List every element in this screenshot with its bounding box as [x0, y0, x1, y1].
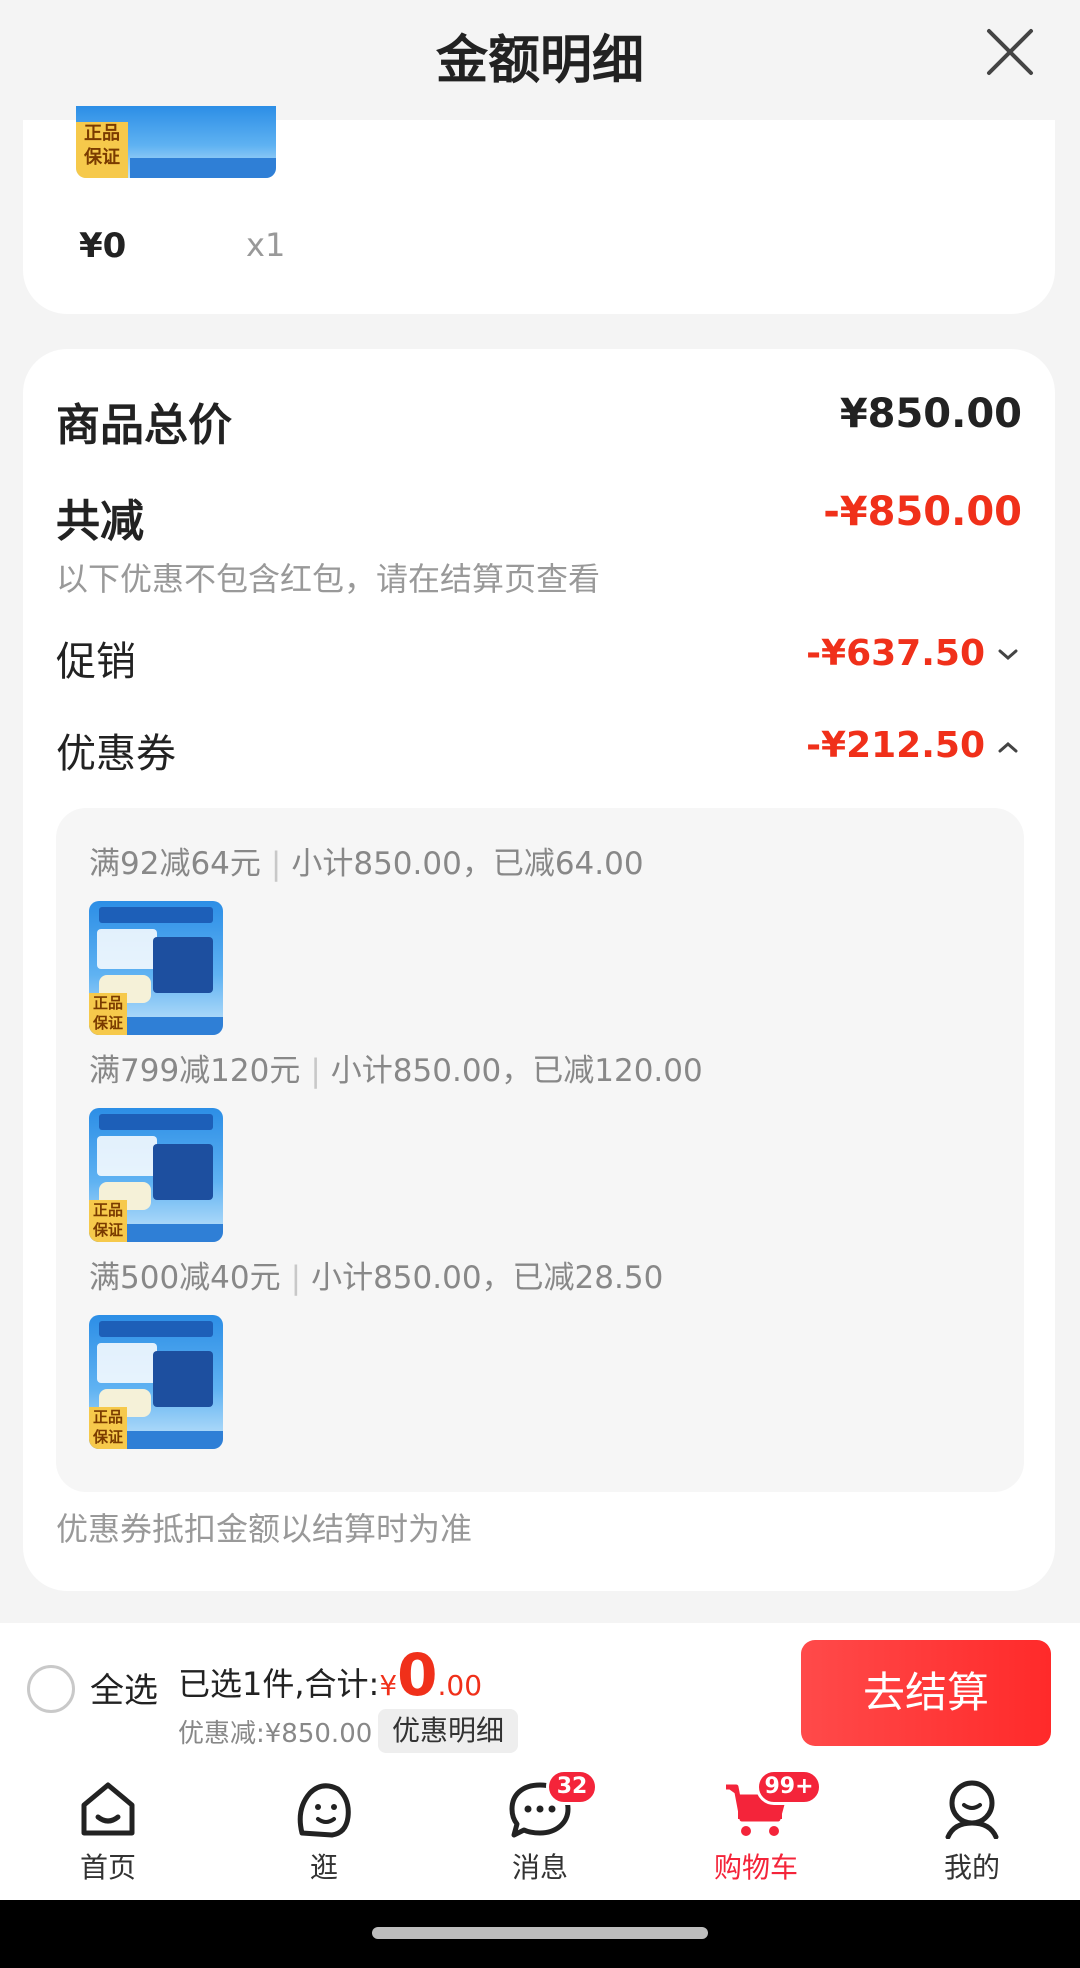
product-thumbnail: 正品 保证: [89, 1315, 223, 1449]
tab-messages[interactable]: 32 消息: [432, 1761, 648, 1900]
promo-row[interactable]: 促销 -¥637.50: [23, 629, 1055, 699]
coupon-rule: 满92减64元: [89, 846, 261, 882]
chevron-down-icon: [997, 647, 1019, 666]
promo-label: 促销: [56, 639, 136, 685]
tab-explore[interactable]: 逛: [216, 1761, 432, 1900]
checkout-button[interactable]: 去结算: [801, 1640, 1051, 1746]
currency-symbol: ¥: [379, 1669, 398, 1702]
selected-text: 已选1件,合计:: [178, 1665, 380, 1703]
discount-text: 优惠减:¥850.00: [178, 1719, 373, 1749]
tab-label: 首页: [79, 1851, 136, 1884]
coupon-detail: 小计850.00，已减120.00: [330, 1053, 703, 1089]
coupon-value: -¥212.50: [806, 725, 985, 766]
product-card: 正品 保证 ¥0 x1: [23, 106, 1055, 314]
amount-dec: .00: [437, 1669, 483, 1702]
coupon-entry: 满799减120元 | 小计850.00，已减120.00: [89, 1053, 703, 1089]
chevron-up-icon: [997, 739, 1019, 758]
coupon-breakdown: 满92减64元 | 小计850.00，已减64.00 正品 保证 满799减120元 |…: [56, 808, 1024, 1492]
item-quantity: x1: [246, 226, 286, 264]
sheet-header: 金额明细: [0, 0, 1080, 120]
checkout-bar: 全选 已选1件,合计:¥0.00 优惠减:¥850.00 优惠明细 去结算: [0, 1623, 1080, 1761]
coupon-label: 优惠券: [56, 731, 176, 777]
reduce-value: -¥850.00: [823, 489, 1022, 535]
product-thumbnail: 正品 保证: [89, 1108, 223, 1242]
explore-icon: [297, 1783, 351, 1838]
coupon-rule: 满500减40元: [89, 1260, 281, 1296]
price-summary-card: 商品总价 ¥850.00 共减 -¥850.00 以下优惠不包含红包，请在结算页…: [23, 349, 1055, 1591]
tab-label: 消息: [511, 1851, 568, 1884]
product-thumbnail: 正品 保证: [76, 106, 276, 178]
page-title: 金额明细: [435, 31, 644, 91]
discount-detail-button[interactable]: 优惠明细: [378, 1709, 518, 1753]
item-price: ¥0: [79, 226, 127, 266]
tab-label: 我的: [943, 1851, 1000, 1884]
total-summary: 已选1件,合计:¥0.00: [178, 1641, 482, 1709]
coupon-detail: 小计850.00，已减64.00: [291, 846, 644, 882]
coupon-row[interactable]: 优惠券 -¥212.50: [23, 721, 1055, 791]
cart-badge: 99+: [756, 1769, 822, 1805]
select-all-radio[interactable]: [27, 1665, 75, 1713]
total-value: ¥850.00: [839, 391, 1022, 437]
profile-icon: [945, 1780, 999, 1839]
coupon-entry: 满500减40元 | 小计850.00，已减28.50: [89, 1260, 664, 1296]
coupon-note: 优惠券抵扣金额以结算时为准: [56, 1510, 473, 1548]
message-badge: 32: [546, 1769, 598, 1805]
select-all-label[interactable]: 全选: [90, 1663, 158, 1712]
promo-value: -¥637.50: [806, 633, 985, 674]
tab-home[interactable]: 首页: [0, 1761, 216, 1900]
coupon-entry: 满92减64元 | 小计850.00，已减64.00: [89, 846, 644, 882]
amount-int: 0: [397, 1641, 438, 1709]
tab-label: 购物车: [713, 1851, 798, 1884]
bottom-tab-bar: 首页 逛 32 消息 99+ 购物车 我的: [0, 1761, 1080, 1900]
coupon-detail: 小计850.00，已减28.50: [311, 1260, 664, 1296]
coupon-rule: 满799减120元: [89, 1053, 301, 1089]
system-home-bar: [0, 1900, 1080, 1968]
home-indicator[interactable]: [372, 1927, 708, 1939]
home-icon: [81, 1782, 135, 1836]
close-icon[interactable]: [985, 25, 1035, 80]
product-thumbnail: 正品 保证: [89, 901, 223, 1035]
reduce-label: 共减: [56, 496, 144, 547]
tab-cart[interactable]: 99+ 购物车: [648, 1761, 864, 1900]
total-label: 商品总价: [56, 400, 232, 451]
reduce-note: 以下优惠不包含红包，请在结算页查看: [56, 560, 601, 598]
tab-profile[interactable]: 我的: [864, 1761, 1080, 1900]
tab-label: 逛: [309, 1851, 338, 1884]
